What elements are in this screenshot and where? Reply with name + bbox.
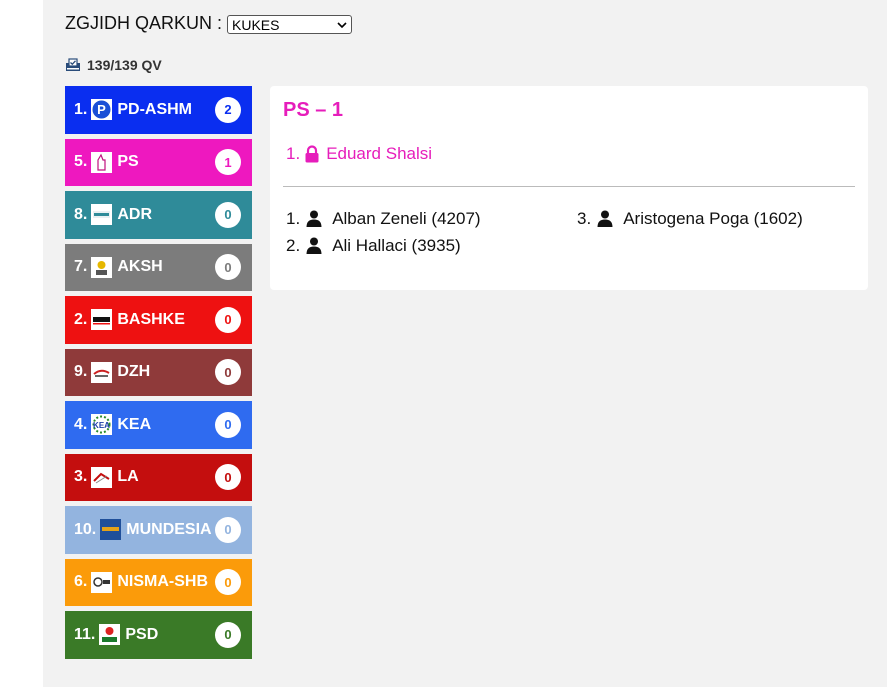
party-name: AKSH (117, 258, 163, 276)
region-selector: ZGJIDH QARKUN : KUKES (65, 13, 353, 34)
ballot-box-icon (66, 58, 80, 71)
party-item-mundesia[interactable]: 10. MUNDESIA 0 (65, 506, 252, 554)
party-number: 1. (74, 100, 88, 118)
user-icon (597, 210, 613, 227)
seat-count-badge: 1 (215, 149, 241, 176)
party-name: PD-ASHM (117, 100, 193, 118)
svg-text:KEA: KEA (93, 421, 110, 430)
main-page: ZGJIDH QARKUN : KUKES 139/139 QV 1. P PD… (43, 0, 887, 687)
party-name: DZH (117, 363, 151, 381)
party-logo-icon: P (91, 99, 113, 121)
candidate-label: Alban Zeneli (4207) (332, 208, 481, 228)
party-item-la[interactable]: 3. LA 0 (65, 453, 252, 501)
party-item-pd-ashm[interactable]: 1. P PD-ASHM 2 (65, 86, 252, 134)
party-number: 3. (74, 468, 88, 486)
party-name: BASHKE (117, 310, 185, 328)
party-list: 1. P PD-ASHM 2 5. PS 1 8. ADR 0 7. AKSH … (65, 86, 252, 664)
party-name: PSD (125, 625, 159, 643)
region-select[interactable]: KUKES (227, 15, 353, 34)
party-name: PS (117, 153, 139, 171)
party-number: 9. (74, 363, 88, 381)
party-name: ADR (117, 205, 153, 223)
party-logo-icon (91, 204, 113, 226)
party-name: KEA (117, 415, 152, 433)
candidate-number: 2. (286, 235, 301, 255)
party-number: 10. (74, 520, 97, 538)
seat-count-badge: 0 (215, 411, 241, 438)
panel-title: PS – 1 (283, 99, 344, 121)
seat-count-badge: 2 (215, 96, 241, 123)
seat-count-badge: 0 (215, 201, 241, 228)
seat-count-badge: 0 (215, 621, 241, 648)
seat-count-badge: 0 (215, 306, 241, 333)
svg-text:P: P (98, 102, 107, 117)
party-item-dzh[interactable]: 9. DZH 0 (65, 348, 252, 396)
party-logo-icon (91, 466, 113, 488)
seat-count-badge: 0 (215, 569, 241, 596)
elected-number: 1. (286, 144, 301, 163)
divider (283, 186, 855, 187)
party-item-kea[interactable]: 4. KEA KEA 0 (65, 401, 252, 449)
party-item-aksh[interactable]: 7. AKSH 0 (65, 243, 252, 291)
party-number: 6. (74, 573, 88, 591)
party-item-psd[interactable]: 11. PSD 0 (65, 611, 252, 659)
candidate-item[interactable]: 2. Ali Hallaci (3935) (286, 232, 577, 259)
user-icon (306, 237, 322, 254)
party-name: MUNDESIA (126, 520, 212, 538)
polling-station-count: 139/139 QV (65, 57, 162, 73)
region-select-value: KUKES (232, 16, 280, 33)
seat-count-badge: 0 (215, 254, 241, 281)
party-name: LA (117, 468, 139, 486)
lock-icon (305, 145, 319, 163)
candidate-number: 3. (577, 208, 592, 228)
party-logo-icon (91, 256, 113, 278)
count-text: 139/139 QV (87, 57, 162, 73)
party-logo-icon (91, 151, 113, 173)
candidate-item[interactable]: 1. Alban Zeneli (4207) (286, 205, 577, 232)
seat-count-badge: 0 (215, 359, 241, 386)
party-logo-icon (99, 624, 121, 646)
party-number: 4. (74, 415, 88, 433)
elected-name: Eduard Shalsi (326, 144, 433, 163)
candidate-item[interactable]: 3. Aristogena Poga (1602) (577, 205, 837, 232)
party-item-nisma-shb[interactable]: 6. NISMA-SHB 0 (65, 558, 252, 606)
party-logo-icon: KEA (91, 414, 113, 436)
party-detail-panel: PS – 1 1. Eduard Shalsi 1. Alban Zeneli … (270, 86, 868, 290)
candidate-number: 1. (286, 208, 301, 228)
region-label: ZGJIDH QARKUN : (65, 13, 223, 33)
party-item-adr[interactable]: 8. ADR 0 (65, 191, 252, 239)
party-number: 11. (74, 625, 96, 643)
party-item-ps[interactable]: 5. PS 1 (65, 138, 252, 186)
party-item-bashke[interactable]: 2. BASHKE 0 (65, 296, 252, 344)
party-number: 2. (74, 310, 88, 328)
candidate-label: Aristogena Poga (1602) (623, 208, 803, 228)
party-logo-icon (91, 571, 113, 593)
chevron-down-icon (337, 21, 347, 28)
party-number: 8. (74, 205, 88, 223)
candidate-label: Ali Hallaci (3935) (332, 235, 461, 255)
party-number: 7. (74, 258, 88, 276)
party-logo-icon (91, 361, 113, 383)
elected-candidate[interactable]: 1. Eduard Shalsi (286, 144, 432, 164)
seat-count-badge: 0 (215, 516, 241, 543)
party-name: NISMA-SHB (117, 573, 209, 591)
user-icon (306, 210, 322, 227)
party-number: 5. (74, 153, 88, 171)
candidate-list: 1. Alban Zeneli (4207) 2. Ali Hallaci (3… (286, 205, 856, 259)
party-logo-icon (91, 309, 113, 331)
seat-count-badge: 0 (215, 464, 241, 491)
party-logo-icon (100, 519, 122, 541)
